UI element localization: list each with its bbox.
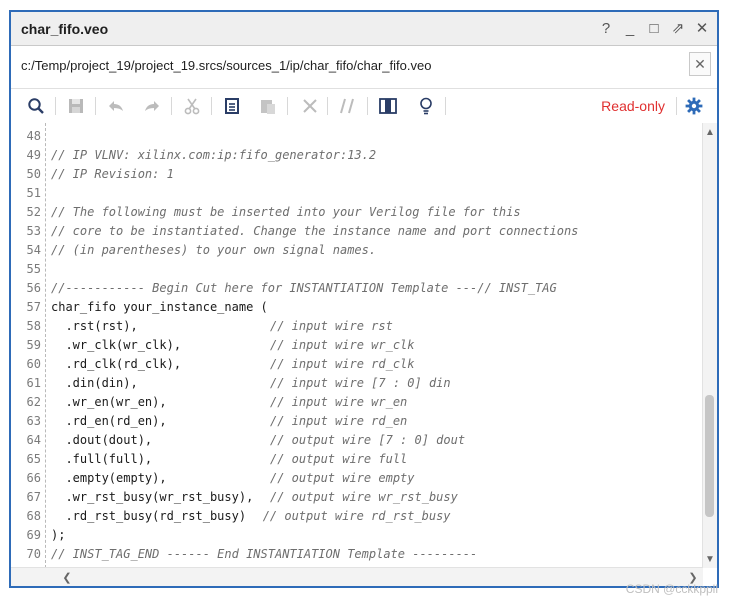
window-title: char_fifo.veo [21,21,109,37]
code-line-comment: // input wire rst [270,319,393,333]
scroll-up-icon[interactable]: ▲ [703,125,717,139]
delete-icon[interactable] [299,95,321,117]
line-number: 53 [26,224,41,238]
line-number: 61 [26,376,41,390]
minimize-icon[interactable]: _ [621,18,639,38]
editor-toolbar: Read-only [11,88,717,124]
code-line: .rst(rst), [51,319,138,333]
code-line-comment: // input wire [7 : 0] din [270,376,451,390]
code-line: // IP Revision: 1 [51,167,174,181]
code-line: ); [51,528,66,542]
file-path: c:/Temp/project_19/project_19.srcs/sourc… [21,58,432,73]
code-line: .wr_rst_busy(wr_rst_busy), [51,490,254,504]
code-line: // IP VLNV: xilinx.com:ip:fifo_generator… [51,148,377,162]
line-number: 62 [26,395,41,409]
code-line: .dout(dout), [51,433,153,447]
window-controls: ? _ □ ⇗ ✕ [597,18,711,38]
paste-icon[interactable] [257,95,279,117]
line-number: 66 [26,471,41,485]
line-number: 58 [26,319,41,333]
line-number: 65 [26,452,41,466]
code-line: // The following must be inserted into y… [51,205,521,219]
save-icon[interactable] [65,95,87,117]
read-only-badge: Read-only [601,98,665,114]
code-line-comment: // output wire rd_rst_busy [262,509,451,523]
code-line: //----------- Begin Cut here for INSTANT… [51,281,557,295]
code-editor[interactable]: 48 49 // IP VLNV: xilinx.com:ip:fifo_gener… [11,123,703,568]
code-line-comment: // input wire wr_clk [270,338,415,352]
code-line-comment: // output wire empty [270,471,415,485]
watermark: CSDN @cckkppll [625,582,718,596]
float-icon[interactable]: ⇗ [669,18,687,38]
code-line: .rd_en(rd_en), [51,414,167,428]
code-line: .rd_clk(rd_clk), [51,357,182,371]
line-number: 54 [26,243,41,257]
editor-window: char_fifo.veo ? _ □ ⇗ ✕ c:/Temp/project_… [9,10,719,588]
code-line: .wr_en(wr_en), [51,395,167,409]
line-number: 68 [26,509,41,523]
search-icon[interactable] [25,95,47,117]
line-number: 50 [26,167,41,181]
code-line: // (in parentheses) to your own signal n… [51,243,377,257]
code-line: // core to be instantiated. Change the i… [51,224,579,238]
code-line: // INST_TAG_END ------ End INSTANTIATION… [51,547,478,561]
code-line: .rd_rst_busy(rd_rst_busy) [51,509,247,523]
code-line: char_fifo your_instance_name ( [51,300,268,314]
undo-icon[interactable] [105,95,127,117]
lightbulb-icon[interactable] [415,95,437,117]
line-number: 69 [26,528,41,542]
file-path-bar: c:/Temp/project_19/project_19.srcs/sourc… [11,46,717,86]
code-line-comment: // output wire [7 : 0] dout [270,433,466,447]
path-close-button[interactable]: ✕ [689,52,711,76]
line-number: 64 [26,433,41,447]
line-number: 70 [26,547,41,561]
line-number: 51 [26,186,41,200]
scroll-down-icon[interactable]: ▼ [703,552,717,566]
code-line: .din(din), [51,376,138,390]
line-number: 48 [26,129,41,143]
line-number: 55 [26,262,41,276]
scroll-left-icon[interactable]: ❮ [59,569,75,585]
column-select-icon[interactable] [377,95,399,117]
comment-toggle-icon[interactable] [337,95,359,117]
line-number: 60 [26,357,41,371]
maximize-icon[interactable]: □ [645,18,663,38]
help-icon[interactable]: ? [597,18,615,38]
code-line: .full(full), [51,452,153,466]
line-number: 57 [26,300,41,314]
redo-icon[interactable] [141,95,163,117]
line-number: 67 [26,490,41,504]
vertical-scrollbar[interactable]: ▲ ▼ [702,123,717,568]
line-number: 63 [26,414,41,428]
line-number: 49 [26,148,41,162]
code-line-comment: // input wire rd_en [270,414,408,428]
line-number: 56 [26,281,41,295]
horizontal-scrollbar[interactable]: ❮ ❯ [11,567,703,586]
code-line: .empty(empty), [51,471,167,485]
copy-icon[interactable] [221,95,243,117]
close-icon[interactable]: ✕ [693,18,711,38]
vertical-scroll-thumb[interactable] [705,395,714,517]
code-line-comment: // output wire full [270,452,408,466]
code-line-comment: // output wire wr_rst_busy [270,490,458,504]
line-number: 59 [26,338,41,352]
code-line: .wr_clk(wr_clk), [51,338,182,352]
title-bar: char_fifo.veo ? _ □ ⇗ ✕ [11,12,717,46]
cut-icon[interactable] [181,95,203,117]
settings-gear-icon[interactable] [683,95,705,117]
line-number: 52 [26,205,41,219]
code-line-comment: // input wire wr_en [270,395,408,409]
code-line-comment: // input wire rd_clk [270,357,415,371]
